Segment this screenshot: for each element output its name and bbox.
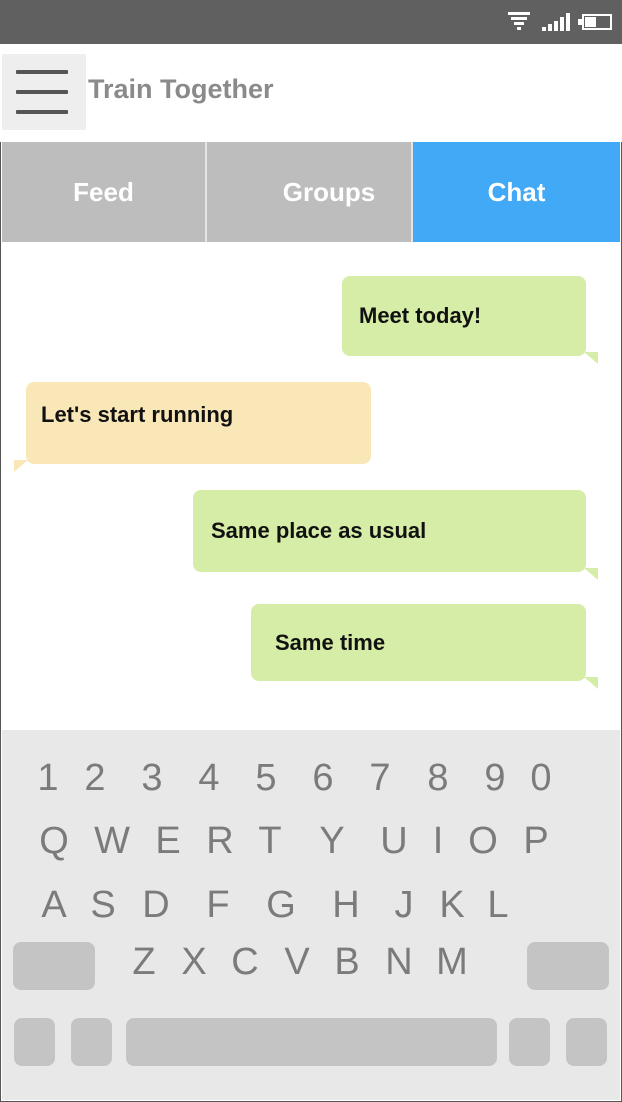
message-text: Let's start running: [41, 402, 234, 427]
key-a[interactable]: A: [34, 883, 74, 927]
message-text: Same place as usual: [211, 518, 427, 543]
battery-level: [585, 17, 596, 27]
key-6[interactable]: 6: [303, 756, 343, 800]
key-c[interactable]: C: [225, 940, 265, 984]
key-8[interactable]: 8: [418, 756, 458, 800]
shift-key[interactable]: [13, 942, 95, 990]
key-l[interactable]: L: [478, 883, 518, 927]
tab-groups[interactable]: Groups: [207, 142, 413, 242]
message-bubble-outgoing: Meet today!: [342, 276, 598, 364]
emoji-key[interactable]: [71, 1018, 112, 1066]
key-b[interactable]: B: [327, 940, 367, 984]
status-bar: [0, 0, 622, 44]
status-icons: [508, 10, 612, 34]
message-bubble-outgoing: Same place as usual: [193, 490, 598, 580]
key-d[interactable]: D: [136, 883, 176, 927]
menu-icon: [16, 70, 68, 74]
key-3[interactable]: 3: [132, 756, 172, 800]
key-t[interactable]: T: [250, 819, 290, 863]
message-text: Same time: [275, 629, 386, 655]
key-p[interactable]: P: [516, 819, 556, 863]
message-text: Meet today!: [359, 303, 482, 328]
key-e[interactable]: E: [148, 819, 188, 863]
chat-thread: Meet today! Let's start running Same pla…: [0, 244, 622, 730]
key-s[interactable]: S: [83, 883, 123, 927]
key-n[interactable]: N: [379, 940, 419, 984]
backspace-key[interactable]: [527, 942, 609, 990]
key-f[interactable]: F: [198, 883, 238, 927]
key-y[interactable]: Y: [312, 819, 352, 863]
key-o[interactable]: O: [463, 819, 503, 863]
period-key[interactable]: [509, 1018, 550, 1066]
enter-key[interactable]: [566, 1018, 607, 1066]
key-x[interactable]: X: [174, 940, 214, 984]
key-w[interactable]: W: [92, 819, 132, 863]
message-bubble-incoming: Let's start running: [14, 382, 371, 472]
key-7[interactable]: 7: [360, 756, 400, 800]
message-bubble-outgoing: Same time: [251, 604, 598, 689]
key-i[interactable]: I: [418, 819, 458, 863]
key-h[interactable]: H: [326, 883, 366, 927]
key-9[interactable]: 9: [475, 756, 515, 800]
app-header: Train Together: [0, 44, 622, 142]
on-screen-keyboard: 1 2 3 4 5 6 7 8 9 0 Q W E R T Y U I O P …: [2, 730, 620, 1100]
key-5[interactable]: 5: [246, 756, 286, 800]
wifi-icon: [508, 12, 530, 32]
key-k[interactable]: K: [432, 883, 472, 927]
tab-feed[interactable]: Feed: [2, 142, 207, 242]
key-g[interactable]: G: [261, 883, 301, 927]
key-j[interactable]: J: [384, 883, 424, 927]
space-key[interactable]: [126, 1018, 497, 1066]
app-title: Train Together: [88, 74, 274, 104]
key-4[interactable]: 4: [189, 756, 229, 800]
key-r[interactable]: R: [200, 819, 240, 863]
key-1[interactable]: 1: [28, 756, 68, 800]
key-0[interactable]: 0: [521, 756, 561, 800]
key-q[interactable]: Q: [34, 819, 74, 863]
key-z[interactable]: Z: [124, 940, 164, 984]
hamburger-menu-button[interactable]: [2, 54, 86, 130]
key-v[interactable]: V: [277, 940, 317, 984]
tab-chat[interactable]: Chat: [413, 142, 620, 242]
key-m[interactable]: M: [432, 940, 472, 984]
key-u[interactable]: U: [374, 819, 414, 863]
symbols-key[interactable]: [14, 1018, 55, 1066]
tab-bar: Feed Groups Chat: [2, 142, 620, 244]
signal-icon: [542, 13, 570, 31]
battery-icon: [578, 14, 612, 30]
key-2[interactable]: 2: [75, 756, 115, 800]
